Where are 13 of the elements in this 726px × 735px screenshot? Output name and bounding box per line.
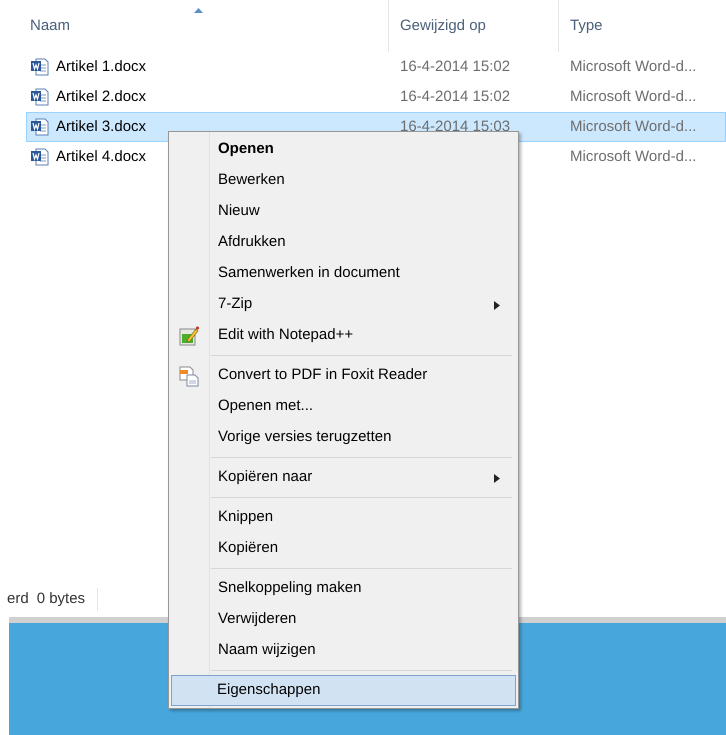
file-name: Artikel 1.docx	[56, 56, 146, 77]
file-type: Microsoft Word-d...	[569, 86, 696, 107]
file-name: Artikel 4.docx	[56, 146, 146, 167]
file-name: Artikel 2.docx	[56, 86, 146, 107]
status-text: 0 bytes	[36, 588, 98, 611]
modified-date: 16-4-2014 15:02	[400, 88, 510, 105]
status-text: erd	[7, 589, 29, 610]
file-name: Artikel 3.docx	[56, 116, 146, 137]
modified-date: 16-4-2014 15:02	[400, 58, 510, 75]
file-type: Microsoft Word-d...	[569, 146, 696, 167]
file-type: Microsoft Word-d...	[569, 56, 696, 77]
file-type: Microsoft Word-d...	[569, 116, 696, 137]
modified-date: 16-4-2014 15:03	[400, 118, 510, 135]
